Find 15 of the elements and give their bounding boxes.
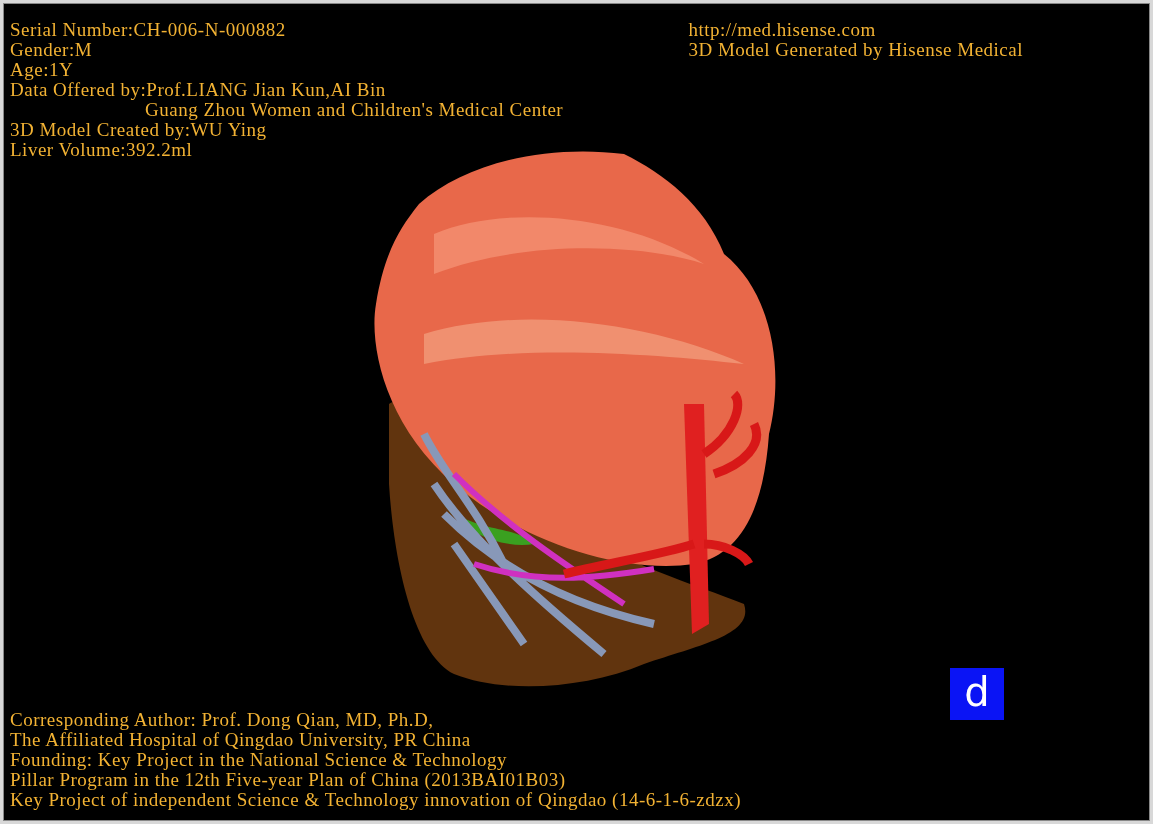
credit-text: Founding: Key Project in the National Science & Technology xyxy=(10,750,508,770)
credit-text: Corresponding Author: Prof. Dong Qian, MD, Ph.D, xyxy=(10,710,435,730)
info-text: http://med.hisense.com xyxy=(688,20,877,40)
credit-text: Pillar Program in the 12th Five-year Plan of China (2013BAI01B03) xyxy=(10,770,567,790)
info-text: Gender:M xyxy=(10,40,94,60)
info-text: Guang Zhou Women and Children's Medical Center xyxy=(145,100,564,120)
info-text: 3D Model Generated by Hisense Medical xyxy=(688,40,1023,60)
info-text: 3D Model Created by:WU Ying xyxy=(10,120,268,140)
info-text: Serial Number:CH-006-N-000882 xyxy=(10,20,287,40)
info-text: Data Offered by:Prof.LIANG Jian Kun,AI Bin xyxy=(10,80,387,100)
credit-text: Key Project of independent Science & Technology innovation of Qingdao (14-6-1-6-zdzx) xyxy=(10,790,742,810)
orientation-marker: d xyxy=(950,668,1004,720)
credit-text: The Affiliated Hospital of Qingdao University, PR China xyxy=(10,730,472,750)
info-text: Age:1Y xyxy=(10,60,75,80)
info-text: Liver Volume:392.2ml xyxy=(10,140,193,160)
